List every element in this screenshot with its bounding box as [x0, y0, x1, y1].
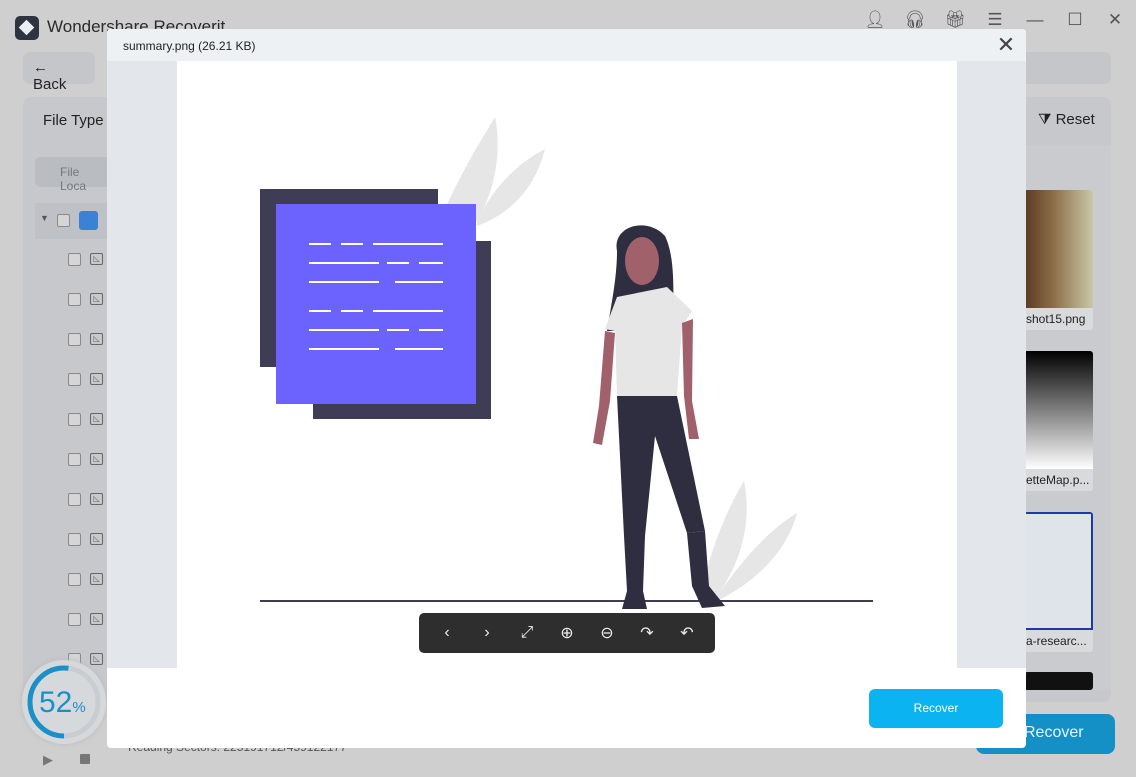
checkbox[interactable]: [68, 613, 81, 626]
reset-label: Reset: [1055, 111, 1095, 128]
checkbox[interactable]: [68, 533, 81, 546]
checkbox[interactable]: [68, 493, 81, 506]
minimize-icon[interactable]: —: [1023, 10, 1047, 30]
previous-icon[interactable]: ‹: [432, 624, 462, 642]
next-icon[interactable]: ›: [472, 624, 502, 642]
progress-percent: 52%: [39, 686, 86, 719]
checkbox[interactable]: [68, 413, 81, 426]
thumbnail-item[interactable]: [1024, 672, 1093, 690]
headset-icon[interactable]: 🎧︎: [903, 10, 927, 30]
search-bar[interactable]: [1026, 52, 1111, 84]
viewer-toolbar: ‹ › ⤢ ⊕ ⊖ ↷ ↶: [419, 613, 715, 653]
zoom-in-icon[interactable]: ⊕: [552, 623, 582, 643]
maximize-icon[interactable]: ☐: [1063, 10, 1087, 30]
back-button[interactable]: ← Back: [23, 52, 95, 93]
zoom-out-icon[interactable]: ⊖: [592, 623, 622, 643]
app-logo: [15, 16, 39, 40]
arrow-left-icon: ←: [33, 59, 48, 76]
thumbnail-label: a-researc...: [1026, 634, 1087, 648]
image-file-icon: ◺: [90, 573, 103, 585]
rotate-right-icon[interactable]: ↷: [632, 623, 662, 643]
thumbnail-item[interactable]: shot15.png: [1024, 190, 1093, 330]
rotate-left-icon[interactable]: ↶: [672, 623, 702, 643]
thumbnail-item[interactable]: a-researc...: [1024, 512, 1093, 652]
tree-file-row[interactable]: ◺: [60, 573, 110, 589]
preview-image: [177, 61, 957, 668]
tree-file-row[interactable]: ◺: [60, 613, 110, 629]
checkbox[interactable]: [68, 453, 81, 466]
woman-figure: [593, 225, 725, 609]
tree-file-row[interactable]: ◺: [60, 373, 110, 389]
file-location-tab[interactable]: File Loca: [35, 157, 115, 193]
image-file-icon: ◺: [90, 253, 103, 265]
play-icon[interactable]: ▶: [43, 752, 53, 768]
close-icon[interactable]: ✕: [1103, 10, 1127, 30]
file-type-filter[interactable]: File Type: [43, 112, 104, 129]
image-file-icon: ◺: [90, 413, 103, 425]
image-file-icon: ◺: [90, 453, 103, 465]
image-file-icon: ◺: [90, 493, 103, 505]
tree-file-row[interactable]: ◺: [60, 493, 110, 509]
fullscreen-icon[interactable]: ⤢: [512, 624, 542, 642]
checkbox[interactable]: [68, 333, 81, 346]
image-file-icon: ◺: [90, 293, 103, 305]
checkbox[interactable]: [68, 373, 81, 386]
tree-file-row[interactable]: ◺: [60, 413, 110, 429]
image-file-icon: ◺: [90, 613, 103, 625]
tree-file-row[interactable]: ◺: [60, 333, 110, 349]
checkbox[interactable]: [68, 253, 81, 266]
image-file-icon: ◺: [90, 373, 103, 385]
tree-root-row[interactable]: ▼: [35, 203, 115, 239]
thumbnail-label: shot15.png: [1026, 312, 1086, 326]
preview-dialog: summary.png (26.21 KB) ✕ ‹ › ⤢ ⊕ ⊖ ↷ ↶ R…: [107, 29, 1026, 748]
checkbox[interactable]: [68, 293, 81, 306]
gift-icon[interactable]: 🎁︎: [943, 10, 967, 30]
tree-file-row[interactable]: ◺: [60, 293, 110, 309]
image-viewer: [107, 61, 1026, 668]
checkbox[interactable]: [57, 214, 70, 227]
thumbnail-label: etteMap.p...: [1026, 473, 1090, 487]
filter-reset-icon: ⧩: [1038, 111, 1052, 128]
menu-icon[interactable]: ☰: [983, 10, 1007, 30]
checkbox[interactable]: [68, 573, 81, 586]
dialog-title: summary.png (26.21 KB): [123, 39, 256, 53]
reset-button[interactable]: ⧩ Reset: [1038, 111, 1095, 128]
image-file-icon: ◺: [90, 533, 103, 545]
thumbnail-item[interactable]: etteMap.p...: [1024, 351, 1093, 491]
tree-file-row[interactable]: ◺: [60, 453, 110, 469]
image-folder-icon: [79, 211, 98, 230]
image-file-icon: ◺: [90, 333, 103, 345]
tree-file-row[interactable]: ◺: [60, 253, 110, 269]
user-icon[interactable]: 👤︎: [863, 10, 887, 30]
leaf-bottom: [702, 481, 797, 601]
stop-icon[interactable]: [80, 754, 90, 764]
back-label: Back: [33, 76, 67, 93]
recover-button[interactable]: Recover: [869, 689, 1003, 728]
caret-down-icon[interactable]: ▼: [40, 213, 49, 223]
close-dialog-icon[interactable]: ✕: [995, 32, 1017, 58]
tree-file-row[interactable]: ◺: [60, 533, 110, 549]
